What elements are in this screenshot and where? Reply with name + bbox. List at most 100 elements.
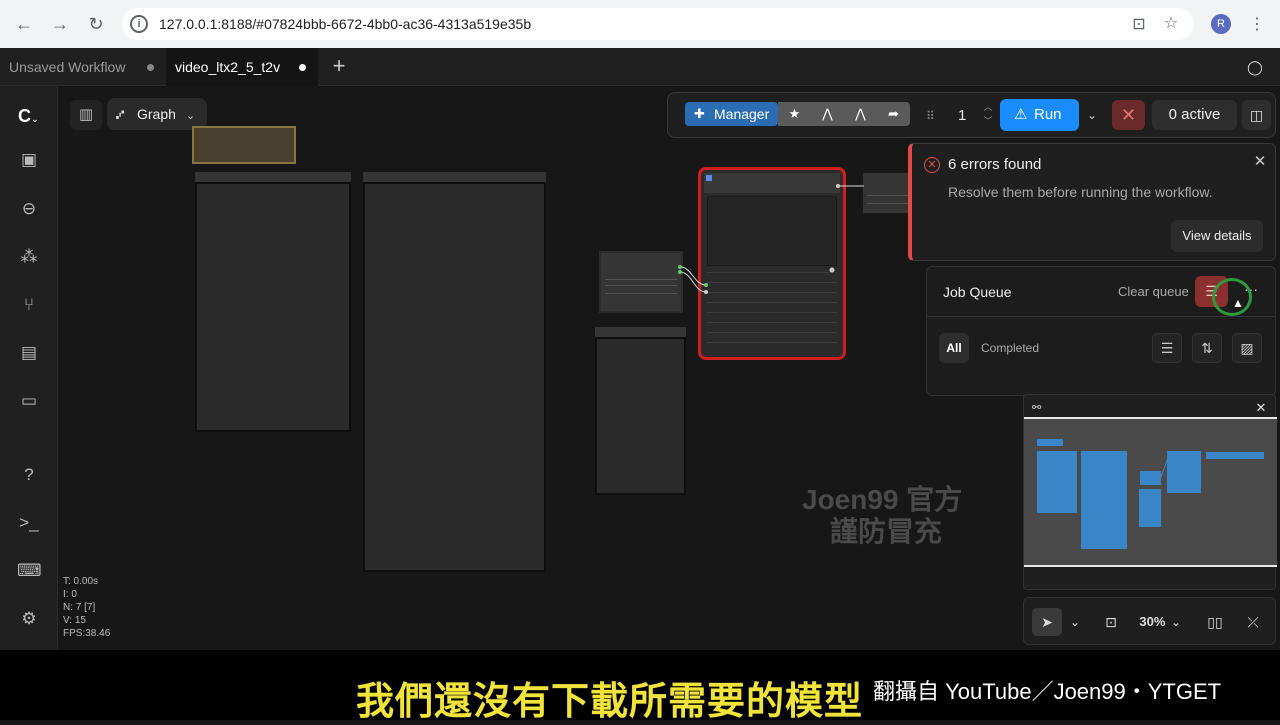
media-assets-icon[interactable]: ▣	[17, 148, 41, 172]
tab-label: Unsaved Workflow	[9, 59, 126, 75]
stepper-arrows-icon[interactable]: ︿ ﹀	[982, 100, 994, 130]
settings-gear-icon[interactable]: ⚙	[17, 607, 41, 631]
keyboard-icon[interactable]: ⌨	[17, 559, 42, 583]
url-text: 127.0.0.1:8188/#07824bbb-6672-4bb0-ac36-…	[159, 16, 532, 32]
source-credit: 翻攝自 YouTube／Joen99・YTGET	[873, 679, 1222, 704]
right-panel-toggle-icon[interactable]: ◫	[1242, 100, 1271, 130]
bookmark-star-icon[interactable]: ☆	[1162, 15, 1180, 33]
actionbar: ✚ Manager ★ ⋀ ⋀ ➦ ⠿ 1 ︿ ﹀ ⚠ Run ⌄ ✕ 0 act…	[667, 92, 1276, 138]
browser-chrome: ← → ↻ i 127.0.0.1:8188/#07824bbb-6672-4b…	[0, 0, 1280, 48]
fit-view-icon[interactable]: ⊡	[1096, 608, 1126, 636]
canvas-controls: ➤ ⌄ ⊡ 30% ⌄ ▯▯ ⤫	[1023, 597, 1276, 645]
graph-node[interactable]	[363, 182, 546, 572]
filter-completed-tab[interactable]: Completed	[981, 341, 1039, 355]
node-header[interactable]	[595, 327, 686, 337]
batch-count-value: 1	[958, 107, 967, 124]
tab-label: video_ltx2_5_t2v	[175, 59, 281, 75]
reload-icon[interactable]: ↻	[84, 12, 108, 36]
workflows-icon[interactable]: ⑂	[17, 293, 41, 317]
group-node[interactable]	[192, 126, 296, 164]
warning-icon: ⚠	[1014, 106, 1028, 123]
chevron-down-icon[interactable]: ⌄	[1066, 608, 1084, 636]
address-bar[interactable]: i 127.0.0.1:8188/#07824bbb-6672-4bb0-ac3…	[122, 8, 1194, 40]
batch-count-input[interactable]: 1	[946, 101, 984, 131]
image-view-icon[interactable]: ▨	[1232, 333, 1262, 363]
workflow-tab-bar: Unsaved Workflow video_ltx2_5_t2v + ◯	[0, 48, 1280, 86]
chevron-down-icon: ⌄	[185, 110, 196, 122]
select-cursor-icon[interactable]: ➤	[1032, 608, 1062, 636]
stat-nodes: N: 7 [7]	[63, 602, 96, 613]
active-jobs-button[interactable]: 0 active	[1152, 100, 1237, 130]
forward-arrow-icon[interactable]: →	[48, 12, 72, 36]
hide-links-icon[interactable]: ⤫	[1238, 608, 1268, 636]
back-arrow-icon[interactable]: ←	[12, 12, 36, 36]
puzzle-icon: ✚	[694, 106, 705, 121]
terminal-icon[interactable]: >_	[17, 511, 41, 535]
manager-button[interactable]: ✚ Manager	[685, 102, 778, 126]
manager-label: Manager	[714, 106, 770, 122]
errors-title: 6 errors found	[948, 156, 1042, 173]
comfy-logo-icon[interactable]: C⌄	[18, 104, 48, 128]
minimap-settings-icon[interactable]: ⚯	[1032, 401, 1048, 415]
unsaved-dot-icon	[147, 64, 154, 71]
mouse-cursor-icon: ▲	[1232, 296, 1244, 310]
node-library-icon[interactable]: ⊖	[17, 197, 41, 221]
stat-time: T: 0.00s	[63, 576, 99, 587]
zoom-value: 30%	[1139, 614, 1166, 629]
node-header[interactable]	[363, 172, 546, 182]
filter-icon[interactable]: ☰	[1152, 333, 1182, 363]
toggle-layout-icon[interactable]: ▥	[70, 100, 102, 130]
interrupt-close-icon[interactable]: ✕	[1112, 100, 1145, 130]
tab-video-ltx2-5-t2v[interactable]: video_ltx2_5_t2v	[166, 48, 318, 86]
divider	[927, 316, 1275, 317]
job-queue-title: Job Queue	[943, 284, 1012, 300]
graph-node[interactable]	[195, 182, 351, 432]
stat-v: V: 15	[63, 615, 86, 626]
error-circle-icon: ✕	[924, 157, 940, 173]
install-app-icon[interactable]: ⊡	[1130, 16, 1148, 34]
sort-icon[interactable]: ⇅	[1192, 333, 1222, 363]
watermark-line2: 謹防冒充	[830, 516, 943, 547]
graph-node[interactable]	[595, 337, 686, 495]
share-arrow-icon[interactable]: ➦	[877, 102, 910, 126]
video-subtitle: 我們還沒有下載所需要的模型	[356, 681, 864, 723]
site-info-icon[interactable]: i	[130, 15, 148, 33]
view-details-button[interactable]: View details	[1171, 220, 1263, 252]
stat-i: I: 0	[63, 589, 77, 600]
templates-icon[interactable]: ▤	[17, 341, 41, 365]
run-options-chevron-icon[interactable]: ⌄	[1081, 100, 1103, 130]
queue-panel-icon[interactable]: ▭	[17, 389, 41, 413]
model-library-icon[interactable]: ⁂	[17, 245, 41, 269]
clear-queue-button[interactable]: Clear queue	[1118, 284, 1189, 299]
model-list-icon[interactable]: ⋀	[844, 102, 877, 126]
help-icon[interactable]: ?	[17, 463, 41, 487]
run-button[interactable]: ⚠ Run	[1000, 99, 1079, 131]
zoom-dropdown[interactable]: 30% ⌄	[1132, 608, 1188, 636]
graph-icon: ⑇	[116, 106, 125, 122]
left-sidebar: C⌄ ▣ ⊖ ⁂ ⑂ ▤ ▭ ? >_ ⌨ ⚙	[0, 86, 58, 650]
minimap-panel[interactable]: ⚯ ✕	[1023, 394, 1277, 590]
close-icon[interactable]: ✕	[1254, 401, 1268, 415]
canvas-stats: T: 0.00s I: 0 N: 7 [7] V: 15 FPS:38.46	[63, 575, 110, 640]
node-header[interactable]	[195, 172, 351, 182]
model-download-icon[interactable]: ⋀	[811, 102, 844, 126]
star-icon[interactable]: ★	[778, 102, 811, 126]
errors-description: Resolve them before running the workflow…	[948, 184, 1213, 200]
user-icon[interactable]: ◯	[1244, 57, 1266, 77]
drag-handle-icon[interactable]: ⠿	[926, 106, 938, 126]
minimap-viewport[interactable]	[1024, 417, 1277, 567]
errors-toast: ✕ 6 errors found Resolve them before run…	[908, 143, 1276, 261]
stat-fps: FPS:38.46	[63, 628, 111, 639]
browser-menu-icon[interactable]: ⋮	[1248, 16, 1266, 34]
active-jobs-label: 0 active	[1168, 106, 1221, 123]
profile-avatar[interactable]: R	[1211, 14, 1231, 34]
node-links	[678, 184, 864, 294]
tab-unsaved-workflow[interactable]: Unsaved Workflow	[0, 48, 164, 86]
unsaved-dot-icon	[299, 64, 306, 71]
minimap-toggle-icon[interactable]: ▯▯	[1200, 608, 1230, 636]
close-icon[interactable]: ✕	[1252, 154, 1268, 170]
new-tab-plus-icon[interactable]: +	[328, 54, 350, 78]
graph-mode-label: Graph	[137, 106, 176, 122]
filter-all-tab[interactable]: All	[939, 333, 969, 363]
chevron-down-icon: ⌄	[1171, 617, 1181, 629]
